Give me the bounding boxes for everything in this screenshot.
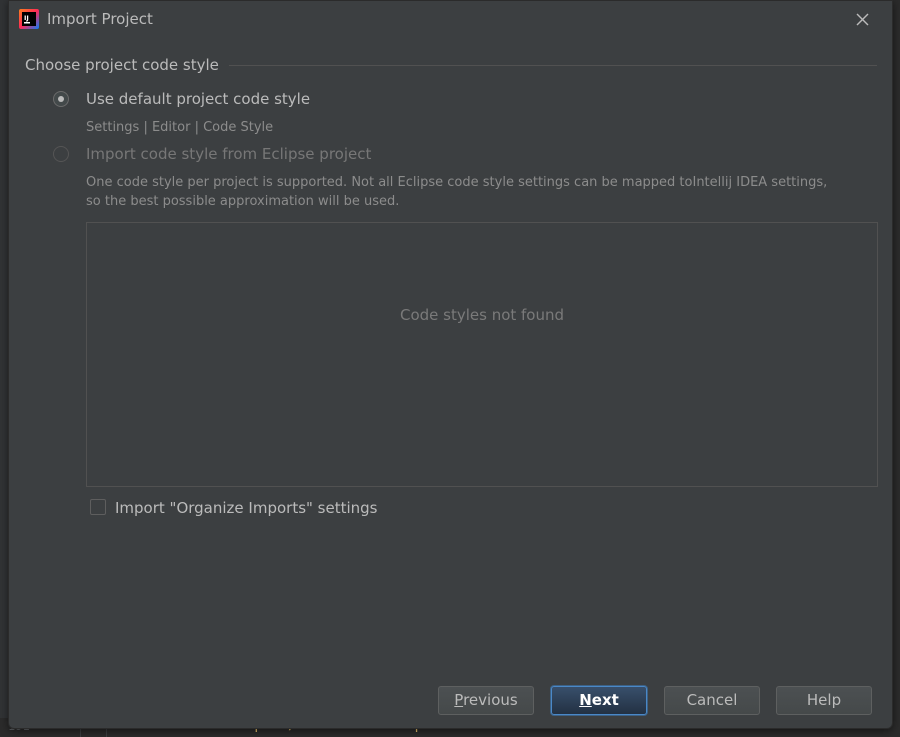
- intellij-idea-icon: IJ: [19, 9, 39, 29]
- eclipse-style-hint-line2: so the best possible approximation will …: [86, 194, 400, 209]
- svg-text:IJ: IJ: [24, 14, 29, 22]
- next-button[interactable]: Next: [551, 686, 647, 715]
- previous-button[interactable]: Previous: [438, 686, 534, 715]
- previous-label: revious: [463, 691, 518, 709]
- default-style-label[interactable]: Use default project code style: [86, 90, 310, 108]
- organize-imports-label[interactable]: Import "Organize Imports" settings: [115, 499, 378, 517]
- organize-imports-checkbox[interactable]: [90, 499, 106, 515]
- eclipse-style-label[interactable]: Import code style from Eclipse project: [86, 145, 371, 163]
- close-icon[interactable]: [849, 7, 875, 33]
- next-label: ext: [591, 691, 619, 709]
- help-button[interactable]: Help: [776, 686, 872, 715]
- empty-list-message: Code styles not found: [399, 306, 565, 324]
- default-style-radio[interactable]: [53, 91, 69, 107]
- next-mnemonic: N: [579, 691, 592, 709]
- import-project-dialog: IJ Import Project Choose project code st…: [8, 0, 893, 729]
- section-title: Choose project code style: [25, 56, 219, 74]
- eclipse-style-hint-line1: One code style per project is supported.…: [86, 175, 828, 190]
- previous-mnemonic: P: [454, 691, 464, 709]
- dialog-title: Import Project: [47, 10, 153, 28]
- section-divider: [229, 65, 877, 66]
- radio-selected-dot: [58, 96, 64, 102]
- editor-gutter: [0, 0, 8, 737]
- default-style-hint: Settings | Editor | Code Style: [86, 120, 274, 135]
- code-styles-list[interactable]: Code styles not found: [86, 222, 878, 487]
- eclipse-style-radio[interactable]: [53, 146, 69, 162]
- dialog-titlebar[interactable]: IJ Import Project: [9, 1, 892, 37]
- cancel-button[interactable]: Cancel: [664, 686, 760, 715]
